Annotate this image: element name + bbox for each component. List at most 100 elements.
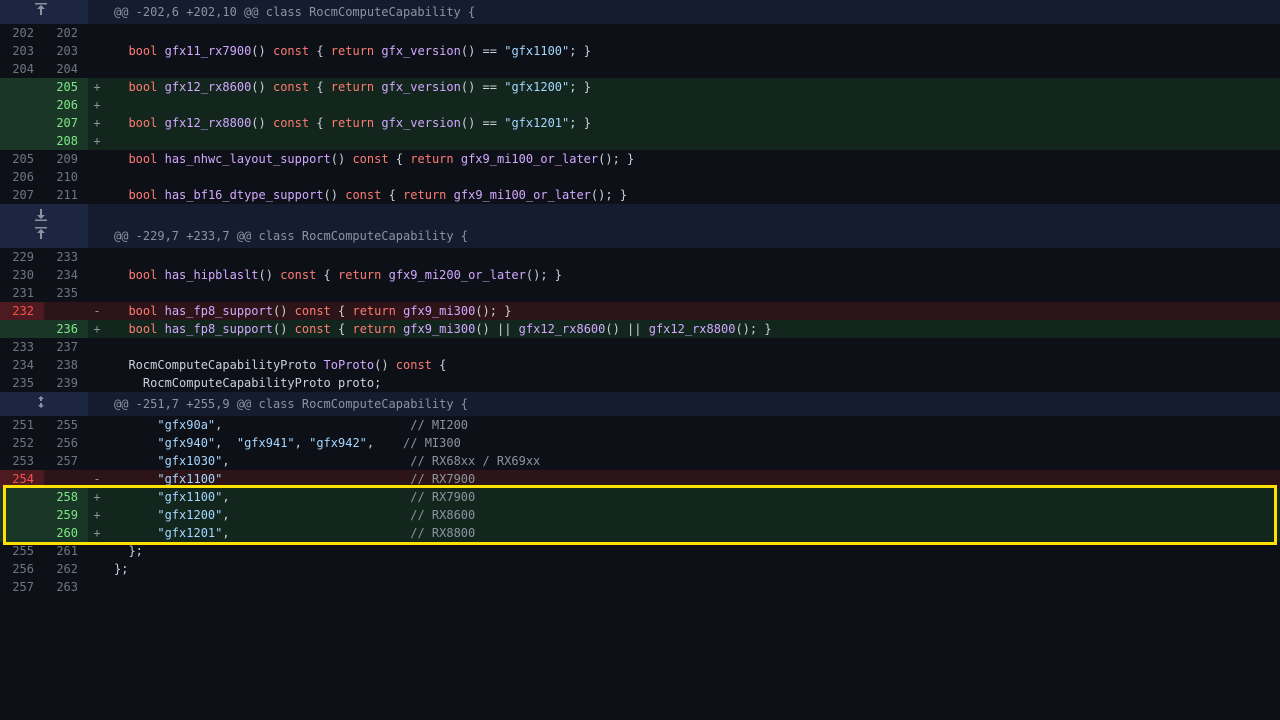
- code-line[interactable]: "gfx1201", // RX8800: [106, 524, 1280, 542]
- code-line[interactable]: [106, 284, 1280, 302]
- diff-marker: [88, 266, 106, 284]
- expand-hunk-button[interactable]: [0, 392, 88, 416]
- old-line-number[interactable]: [0, 114, 44, 132]
- old-line-number[interactable]: 232: [0, 302, 44, 320]
- code-line[interactable]: "gfx1200", // RX8600: [106, 506, 1280, 524]
- old-line-number[interactable]: 255: [0, 542, 44, 560]
- old-line-number[interactable]: 254: [0, 470, 44, 488]
- code-line[interactable]: bool gfx12_rx8600() const { return gfx_v…: [106, 78, 1280, 96]
- new-line-number[interactable]: [44, 302, 88, 320]
- new-line-number[interactable]: 259: [44, 506, 88, 524]
- old-line-number[interactable]: [0, 96, 44, 114]
- code-line[interactable]: bool gfx11_rx7900() const { return gfx_v…: [106, 42, 1280, 60]
- new-line-number[interactable]: 202: [44, 24, 88, 42]
- old-line-number[interactable]: 234: [0, 356, 44, 374]
- code-line[interactable]: RocmComputeCapabilityProto ToProto() con…: [106, 356, 1280, 374]
- old-line-number[interactable]: 256: [0, 560, 44, 578]
- code-line[interactable]: };: [106, 560, 1280, 578]
- old-line-number[interactable]: [0, 506, 44, 524]
- new-line-number[interactable]: 203: [44, 42, 88, 60]
- new-line-number[interactable]: 261: [44, 542, 88, 560]
- old-line-number[interactable]: 206: [0, 168, 44, 186]
- old-line-number[interactable]: 202: [0, 24, 44, 42]
- hunk-header: @@ -229,7 +233,7 @@ class RocmComputeCap…: [106, 224, 1280, 248]
- old-line-number[interactable]: [0, 488, 44, 506]
- old-line-number[interactable]: 205: [0, 150, 44, 168]
- diff-marker: [88, 416, 106, 434]
- old-line-number[interactable]: [0, 78, 44, 96]
- code-line[interactable]: "gfx90a", // MI200: [106, 416, 1280, 434]
- new-line-number[interactable]: 204: [44, 60, 88, 78]
- code-line[interactable]: "gfx1100" // RX7900: [106, 470, 1280, 488]
- code-line[interactable]: [106, 578, 1280, 596]
- code-line[interactable]: "gfx940", "gfx941", "gfx942", // MI300: [106, 434, 1280, 452]
- new-line-number[interactable]: 210: [44, 168, 88, 186]
- new-line-number[interactable]: 256: [44, 434, 88, 452]
- old-line-number[interactable]: 229: [0, 248, 44, 266]
- code-line[interactable]: RocmComputeCapabilityProto proto;: [106, 374, 1280, 392]
- code-line[interactable]: bool has_fp8_support() const { return gf…: [106, 302, 1280, 320]
- code-line[interactable]: [106, 338, 1280, 356]
- diff-marker: +: [88, 132, 106, 150]
- code-line[interactable]: [106, 24, 1280, 42]
- diff-marker: +: [88, 320, 106, 338]
- old-line-number[interactable]: [0, 320, 44, 338]
- new-line-number[interactable]: 206: [44, 96, 88, 114]
- code-line[interactable]: bool gfx12_rx8800() const { return gfx_v…: [106, 114, 1280, 132]
- code-line[interactable]: [106, 60, 1280, 78]
- diff-marker: [88, 542, 106, 560]
- old-line-number[interactable]: 231: [0, 284, 44, 302]
- new-line-number[interactable]: 258: [44, 488, 88, 506]
- expand-hunk-button[interactable]: [0, 0, 88, 24]
- old-line-number[interactable]: 203: [0, 42, 44, 60]
- code-line[interactable]: bool has_fp8_support() const { return gf…: [106, 320, 1280, 338]
- code-line[interactable]: [106, 132, 1280, 150]
- old-line-number[interactable]: 251: [0, 416, 44, 434]
- old-line-number[interactable]: [0, 524, 44, 542]
- new-line-number[interactable]: 260: [44, 524, 88, 542]
- new-line-number[interactable]: 237: [44, 338, 88, 356]
- code-line[interactable]: [106, 168, 1280, 186]
- new-line-number[interactable]: 257: [44, 452, 88, 470]
- code-line[interactable]: bool has_nhwc_layout_support() const { r…: [106, 150, 1280, 168]
- expand-button[interactable]: [0, 204, 88, 224]
- old-line-number[interactable]: 207: [0, 186, 44, 204]
- diff-marker: [88, 24, 106, 42]
- new-line-number[interactable]: 255: [44, 416, 88, 434]
- new-line-number[interactable]: 235: [44, 284, 88, 302]
- new-line-number[interactable]: 238: [44, 356, 88, 374]
- new-line-number[interactable]: 207: [44, 114, 88, 132]
- diff-marker: -: [88, 302, 106, 320]
- diff-marker: [88, 374, 106, 392]
- new-line-number[interactable]: 263: [44, 578, 88, 596]
- new-line-number[interactable]: 239: [44, 374, 88, 392]
- code-line[interactable]: [106, 248, 1280, 266]
- old-line-number[interactable]: 233: [0, 338, 44, 356]
- code-line[interactable]: [106, 96, 1280, 114]
- code-line[interactable]: };: [106, 542, 1280, 560]
- new-line-number[interactable]: 234: [44, 266, 88, 284]
- new-line-number[interactable]: 208: [44, 132, 88, 150]
- new-line-number[interactable]: 236: [44, 320, 88, 338]
- old-line-number[interactable]: 230: [0, 266, 44, 284]
- diff-table: @@ -202,6 +202,10 @@ class RocmComputeCa…: [0, 0, 1280, 596]
- new-line-number[interactable]: 262: [44, 560, 88, 578]
- new-line-number[interactable]: 209: [44, 150, 88, 168]
- new-line-number[interactable]: 233: [44, 248, 88, 266]
- code-line[interactable]: bool has_bf16_dtype_support() const { re…: [106, 186, 1280, 204]
- diff-marker: [88, 284, 106, 302]
- code-line[interactable]: "gfx1100", // RX7900: [106, 488, 1280, 506]
- old-line-number[interactable]: 235: [0, 374, 44, 392]
- diff-marker: [88, 356, 106, 374]
- code-line[interactable]: "gfx1030", // RX68xx / RX69xx: [106, 452, 1280, 470]
- old-line-number[interactable]: 252: [0, 434, 44, 452]
- new-line-number[interactable]: 211: [44, 186, 88, 204]
- old-line-number[interactable]: [0, 132, 44, 150]
- code-line[interactable]: bool has_hipblaslt() const { return gfx9…: [106, 266, 1280, 284]
- expand-hunk-button[interactable]: [0, 224, 88, 248]
- old-line-number[interactable]: 204: [0, 60, 44, 78]
- old-line-number[interactable]: 253: [0, 452, 44, 470]
- new-line-number[interactable]: 205: [44, 78, 88, 96]
- new-line-number[interactable]: [44, 470, 88, 488]
- old-line-number[interactable]: 257: [0, 578, 44, 596]
